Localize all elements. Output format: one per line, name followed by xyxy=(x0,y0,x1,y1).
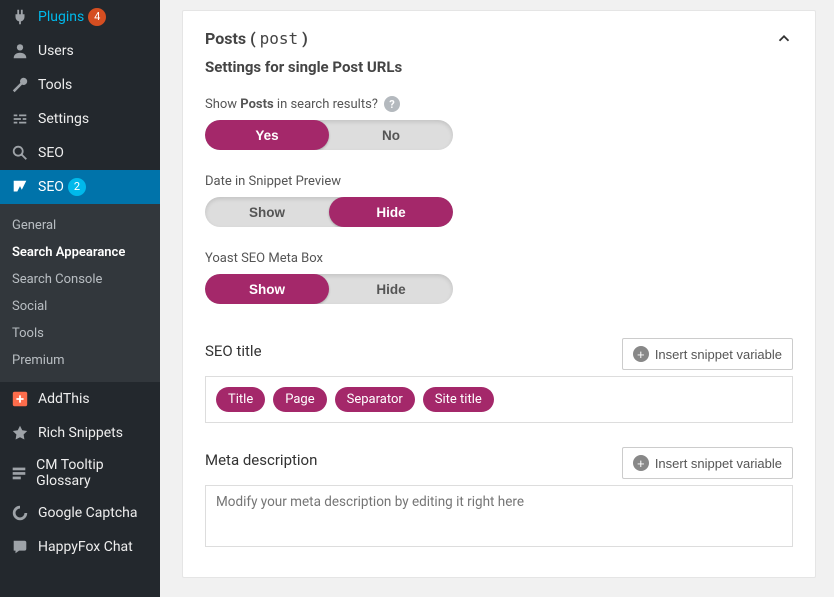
submenu-premium[interactable]: Premium xyxy=(0,347,160,374)
show-in-results-toggle: Yes No xyxy=(205,120,453,150)
notification-badge: 2 xyxy=(68,178,86,196)
panel-subtitle: Settings for single Post URLs xyxy=(205,58,793,76)
date-preview-toggle: Show Hide xyxy=(205,197,453,227)
update-badge: 4 xyxy=(88,8,106,26)
insert-snippet-button[interactable]: + Insert snippet variable xyxy=(622,447,793,479)
search-icon xyxy=(10,143,30,163)
snippet-chip[interactable]: Separator xyxy=(335,387,415,412)
sidebar-label: Tools xyxy=(38,77,72,93)
snippet-chip[interactable]: Page xyxy=(273,387,326,412)
admin-sidebar: Plugins 4 Users Tools Settings SEO SEO 2… xyxy=(0,0,160,597)
sidebar-label: Google Captcha xyxy=(38,505,138,521)
snippet-chip[interactable]: Site title xyxy=(423,387,494,412)
sidebar-label: Settings xyxy=(38,111,89,127)
submenu-social[interactable]: Social xyxy=(0,293,160,320)
sidebar-label: SEO xyxy=(38,179,64,195)
wrench-icon xyxy=(10,75,30,95)
sidebar-label: CM Tooltip Glossary xyxy=(36,457,150,489)
toggle-hide[interactable]: Hide xyxy=(329,197,453,227)
seo-title-input[interactable]: Title Page Separator Site title xyxy=(205,376,793,423)
star-icon xyxy=(10,423,30,443)
sidebar-label: SEO xyxy=(38,145,64,161)
meta-description-label: Meta description xyxy=(205,451,317,469)
sidebar-label: Plugins xyxy=(38,9,84,25)
plus-circle-icon: + xyxy=(633,346,649,362)
main-content: Posts ( post ) Settings for single Post … xyxy=(160,0,834,597)
chat-icon xyxy=(10,537,30,557)
toggle-hide[interactable]: Hide xyxy=(329,274,453,304)
plus-icon xyxy=(10,389,30,409)
yoast-icon xyxy=(10,177,30,197)
insert-snippet-button[interactable]: + Insert snippet variable xyxy=(622,338,793,370)
toggle-no[interactable]: No xyxy=(329,120,453,150)
metabox-toggle: Show Hide xyxy=(205,274,453,304)
sidebar-label: Rich Snippets xyxy=(38,425,123,441)
sidebar-item-addthis[interactable]: AddThis xyxy=(0,382,160,416)
glossary-icon xyxy=(10,463,28,483)
sidebar-item-seo[interactable]: SEO xyxy=(0,136,160,170)
meta-description-input[interactable] xyxy=(205,485,793,547)
sidebar-item-google-captcha[interactable]: Google Captcha xyxy=(0,496,160,530)
submenu-tools[interactable]: Tools xyxy=(0,320,160,347)
snippet-chip[interactable]: Title xyxy=(216,387,265,412)
help-icon[interactable]: ? xyxy=(384,96,400,112)
toggle-show[interactable]: Show xyxy=(205,274,329,304)
posts-settings-panel: Posts ( post ) Settings for single Post … xyxy=(182,10,816,578)
toggle-yes[interactable]: Yes xyxy=(205,120,329,150)
sidebar-label: HappyFox Chat xyxy=(38,539,133,555)
panel-title: Posts ( post ) xyxy=(205,29,308,48)
toggle-show[interactable]: Show xyxy=(205,197,329,227)
user-icon xyxy=(10,41,30,61)
sidebar-item-plugins[interactable]: Plugins 4 xyxy=(0,0,160,34)
sidebar-item-tools[interactable]: Tools xyxy=(0,68,160,102)
sliders-icon xyxy=(10,109,30,129)
submenu-search-console[interactable]: Search Console xyxy=(0,266,160,293)
sidebar-item-yoast-seo[interactable]: SEO 2 xyxy=(0,170,160,204)
sidebar-item-users[interactable]: Users xyxy=(0,34,160,68)
plus-circle-icon: + xyxy=(633,455,649,471)
yoast-submenu: General Search Appearance Search Console… xyxy=(0,204,160,382)
sidebar-item-happyfox[interactable]: HappyFox Chat xyxy=(0,530,160,564)
sidebar-item-settings[interactable]: Settings xyxy=(0,102,160,136)
metabox-label: Yoast SEO Meta Box xyxy=(205,251,793,266)
chevron-up-icon[interactable] xyxy=(775,30,793,48)
date-preview-label: Date in Snippet Preview xyxy=(205,174,793,189)
recaptcha-icon xyxy=(10,503,30,523)
submenu-search-appearance[interactable]: Search Appearance xyxy=(0,239,160,266)
sidebar-item-cm-tooltip[interactable]: CM Tooltip Glossary xyxy=(0,450,160,496)
plug-icon xyxy=(10,7,30,27)
sidebar-item-rich-snippets[interactable]: Rich Snippets xyxy=(0,416,160,450)
sidebar-label: Users xyxy=(38,43,74,59)
show-in-results-label: Show Posts in search results? ? xyxy=(205,96,793,112)
seo-title-label: SEO title xyxy=(205,342,262,360)
sidebar-label: AddThis xyxy=(38,391,90,407)
submenu-general[interactable]: General xyxy=(0,212,160,239)
